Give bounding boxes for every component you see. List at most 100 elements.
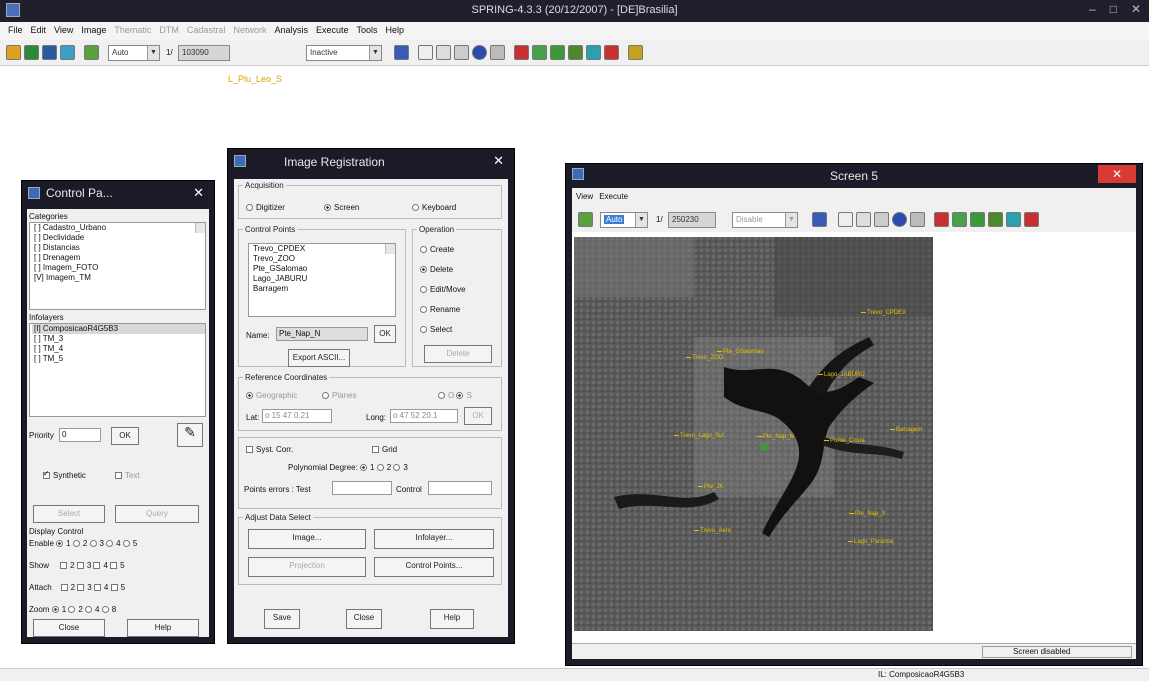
control-point-item[interactable]: Trevo_CPDEX xyxy=(251,244,395,254)
categories-list[interactable]: [ ] Cadastro_Urbano[ ] Declividade[ ] Di… xyxy=(29,222,206,310)
menu-item-dtm[interactable]: DTM xyxy=(159,25,179,37)
menu-item-edit[interactable]: Edit xyxy=(31,25,47,37)
point-name-input[interactable]: Pte_Nap_N xyxy=(276,327,368,341)
infolayer-item[interactable]: [I] ComposicaoR4G5B3 xyxy=(32,324,205,334)
geographic-radio[interactable]: Geographic xyxy=(246,391,297,400)
help-button[interactable]: Help xyxy=(430,609,474,629)
edit-icon[interactable] xyxy=(934,212,949,227)
planes-radio[interactable]: Planes xyxy=(322,391,356,400)
menu-item-view[interactable]: View xyxy=(54,25,73,37)
layer-icon[interactable] xyxy=(60,45,75,60)
control-point-marker[interactable]: Trevo_Aero xyxy=(694,528,731,534)
control-error-input[interactable] xyxy=(428,481,492,495)
minimize-icon[interactable]: – xyxy=(1089,2,1096,16)
pan-icon[interactable] xyxy=(874,212,889,227)
draw-icon[interactable] xyxy=(578,212,593,227)
text-checkbox[interactable]: Text xyxy=(115,471,140,480)
pointer-icon[interactable] xyxy=(910,212,925,227)
refresh-icon[interactable] xyxy=(586,45,601,60)
cursor-icon[interactable] xyxy=(436,45,451,60)
refresh-icon[interactable] xyxy=(1006,212,1021,227)
control-point-marker[interactable]: Ponte_Costa xyxy=(824,438,865,444)
close-icon[interactable]: ✕ xyxy=(193,185,204,201)
control-point-marker[interactable]: Pte_Nap_N xyxy=(757,434,794,440)
control-point-marker[interactable]: Pte_GSalomao xyxy=(717,349,764,355)
edit-icon[interactable] xyxy=(514,45,529,60)
zoom-previous-icon[interactable] xyxy=(568,45,583,60)
edit-visual-button[interactable]: ✎ xyxy=(177,423,203,447)
zoom-out-icon[interactable] xyxy=(970,212,985,227)
screen5-scale-input[interactable]: 250230 xyxy=(668,212,716,228)
synthetic-checkbox[interactable]: Synthetic xyxy=(43,469,86,480)
control-point-marker[interactable]: Trevo_Lago_Sul xyxy=(674,433,724,439)
attach-row[interactable]: Attach 2 3 4 5 xyxy=(29,583,125,592)
menu-item-analysis[interactable]: Analysis xyxy=(274,25,308,37)
zoom-row[interactable]: Zoom 1 2 4 8 xyxy=(29,605,116,614)
screen5-menu-view[interactable]: View xyxy=(576,192,593,201)
image-select-button[interactable]: Image... xyxy=(248,529,366,549)
close-icon[interactable]: ✕ xyxy=(493,153,504,169)
scrollbar[interactable] xyxy=(195,223,205,233)
infolayer-select-button[interactable]: Infolayer... xyxy=(374,529,494,549)
satellite-image-canvas[interactable]: Trevo_CPDEX Pte_GSalomao Trevo_ZOO Lago_JAB… xyxy=(574,237,933,631)
projection-button[interactable]: Projection xyxy=(248,557,366,577)
control-point-marker[interactable]: Lago_Paranoa xyxy=(848,539,893,545)
test-error-input[interactable] xyxy=(332,481,392,495)
syst-corr-checkbox[interactable]: Syst. Corr. xyxy=(246,445,293,454)
zoom-in-icon[interactable] xyxy=(952,212,967,227)
hemisphere-radios[interactable]: O S xyxy=(438,391,472,400)
scale-input[interactable]: 103090 xyxy=(178,45,230,61)
control-point-marker[interactable]: Lago_JABURU xyxy=(818,372,865,378)
op-edit-radio[interactable]: Edit/Move xyxy=(420,285,466,294)
menu-item-network[interactable]: Network xyxy=(233,25,266,37)
zoom-previous-icon[interactable] xyxy=(988,212,1003,227)
category-item[interactable]: [V] Imagem_TM xyxy=(32,273,205,283)
menu-item-execute[interactable]: Execute xyxy=(316,25,349,37)
op-create-radio[interactable]: Create xyxy=(420,245,454,254)
select-button[interactable]: Select xyxy=(33,505,105,523)
save-button[interactable]: Save xyxy=(264,609,300,629)
help-button[interactable]: Help xyxy=(127,619,199,637)
control-points-list[interactable]: Trevo_CPDEX Trevo_ZOO Pte_GSalomao Lago_JAB… xyxy=(248,243,396,317)
query-button[interactable]: Query xyxy=(115,505,199,523)
acq-screen-radio[interactable]: Screen xyxy=(324,203,359,212)
lat-input[interactable]: o 15 47 0.21 xyxy=(262,409,332,423)
show-row[interactable]: Show 2 3 4 5 xyxy=(29,561,125,570)
acq-digitizer-radio[interactable]: Digitizer xyxy=(246,203,285,212)
menu-item-thematic[interactable]: Thematic xyxy=(114,25,151,37)
close-icon[interactable]: ✕ xyxy=(1131,2,1141,16)
close-icon[interactable]: ✕ xyxy=(1098,165,1136,183)
info-icon[interactable] xyxy=(892,212,907,227)
open-icon[interactable] xyxy=(6,45,21,60)
category-item[interactable]: [ ] Declividade xyxy=(32,233,205,243)
name-ok-button[interactable]: OK xyxy=(374,325,396,343)
control-point-marker[interactable]: Barragem xyxy=(890,427,922,433)
menu-item-tools[interactable]: Tools xyxy=(357,25,378,37)
zoom-window-icon[interactable] xyxy=(838,212,853,227)
database-icon[interactable] xyxy=(24,45,39,60)
menu-item-help[interactable]: Help xyxy=(386,25,405,37)
info-icon[interactable] xyxy=(472,45,487,60)
zoom-in-icon[interactable] xyxy=(532,45,547,60)
pointer-icon[interactable] xyxy=(490,45,505,60)
polynomial-degree-row[interactable]: Polynomial Degree: 1 2 3 xyxy=(288,463,408,472)
op-delete-radio[interactable]: Delete xyxy=(420,265,453,274)
control-point-marker[interactable]: Trevo_ZOO xyxy=(686,355,723,361)
stop-icon[interactable] xyxy=(604,45,619,60)
grid-icon[interactable] xyxy=(394,45,409,60)
infolayer-item[interactable]: [ ] TM_4 xyxy=(32,344,205,354)
export-ascii-button[interactable]: Export ASCII... xyxy=(288,349,350,367)
op-rename-radio[interactable]: Rename xyxy=(420,305,460,314)
control-point-item[interactable]: Trevo_ZOO xyxy=(251,254,395,264)
category-item[interactable]: [ ] Distancias xyxy=(32,243,205,253)
help-icon[interactable] xyxy=(628,45,643,60)
control-point-item[interactable]: Pte_GSalomao xyxy=(251,264,395,274)
grid-icon[interactable] xyxy=(812,212,827,227)
close-button[interactable]: Close xyxy=(346,609,382,629)
category-item[interactable]: [ ] Cadastro_Urbano xyxy=(32,223,205,233)
mode-combo[interactable]: Auto ▼ xyxy=(108,45,160,61)
menu-item-image[interactable]: Image xyxy=(81,25,106,37)
operation-execute-button[interactable]: Delete xyxy=(424,345,492,363)
maximize-icon[interactable]: □ xyxy=(1110,2,1117,16)
category-item[interactable]: [ ] Drenagem xyxy=(32,253,205,263)
